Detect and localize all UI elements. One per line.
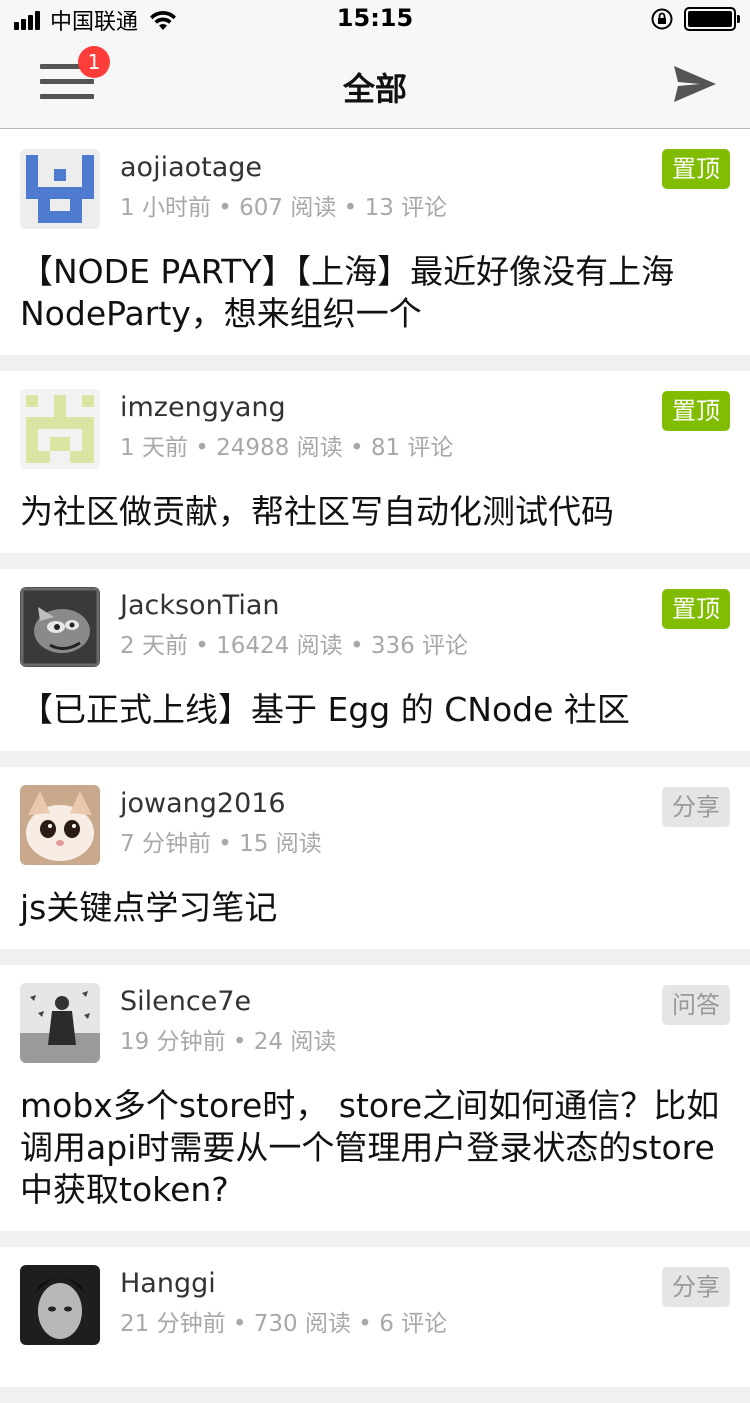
comment-count: 13 评论 [364, 195, 448, 221]
author-name[interactable]: aojiaotage [120, 151, 730, 185]
category-tag: 分享 [662, 787, 730, 827]
avatar[interactable] [20, 149, 100, 229]
read-count: 16424 阅读 [216, 633, 343, 659]
page-title: 全部 [342, 70, 407, 108]
topic-title[interactable]: 【已正式上线】基于 Egg 的 CNode 社区 [20, 689, 730, 731]
topic-card[interactable]: aojiaotage 1 小时前 • 607 阅读 • 13 评论 置顶 【NO… [0, 129, 750, 355]
post-time: 1 小时前 [120, 195, 211, 221]
status-right [650, 7, 740, 31]
topic-meta: 21 分钟前 • 730 阅读 • 6 评论 [120, 1311, 448, 1337]
pinned-tag: 置顶 [662, 149, 730, 189]
topic-meta: 1 小时前 • 607 阅读 • 13 评论 [120, 195, 448, 221]
comment-count: 81 评论 [370, 435, 454, 461]
category-tag: 问答 [662, 985, 730, 1025]
comment-count: 6 评论 [379, 1311, 448, 1337]
topic-card[interactable]: Silence7e 19 分钟前 • 24 阅读 问答 mobx多个store时… [0, 965, 750, 1231]
topic-meta: 1 天前 • 24988 阅读 • 81 评论 [120, 435, 454, 461]
paper-plane-icon[interactable] [672, 64, 718, 104]
topic-card[interactable]: imzengyang 1 天前 • 24988 阅读 • 81 评论 置顶 为社… [0, 371, 750, 553]
nav-bar: 1 全部 [0, 40, 750, 129]
status-bar: 中国联通 15:15 [0, 0, 750, 40]
read-count: 607 阅读 [239, 195, 337, 221]
author-name[interactable]: jowang2016 [120, 787, 730, 821]
topic-meta: 7 分钟前 • 15 阅读 [120, 831, 322, 857]
avatar[interactable] [20, 587, 100, 667]
author-name[interactable]: Hanggi [120, 1267, 730, 1301]
rotation-lock-icon [651, 8, 673, 30]
pinned-tag: 置顶 [662, 391, 730, 431]
topic-card[interactable]: jowang2016 7 分钟前 • 15 阅读 分享 js关键点学习笔记 [0, 767, 750, 949]
avatar[interactable] [20, 1265, 100, 1345]
read-count: 24988 阅读 [216, 435, 343, 461]
post-time: 2 天前 [120, 633, 188, 659]
category-tag: 分享 [662, 1267, 730, 1307]
post-time: 1 天前 [120, 435, 188, 461]
topic-title[interactable]: 为社区做贡献，帮社区写自动化测试代码 [20, 491, 730, 533]
author-name[interactable]: Silence7e [120, 985, 730, 1019]
author-name[interactable]: JacksonTian [120, 589, 730, 623]
avatar[interactable] [20, 983, 100, 1063]
topic-card[interactable]: JacksonTian 2 天前 • 16424 阅读 • 336 评论 置顶 … [0, 569, 750, 751]
status-time: 15:15 [336, 4, 414, 32]
topic-meta: 2 天前 • 16424 阅读 • 336 评论 [120, 633, 469, 659]
topic-meta: 19 分钟前 • 24 阅读 [120, 1029, 337, 1055]
topic-title[interactable]: mobx多个store时， store之间如何通信？比如调用api时需要从一个管… [20, 1085, 730, 1211]
battery-icon [684, 7, 740, 31]
comment-count: 336 评论 [370, 633, 469, 659]
read-count: 24 阅读 [253, 1029, 337, 1055]
topic-list: aojiaotage 1 小时前 • 607 阅读 • 13 评论 置顶 【NO… [0, 129, 750, 1403]
read-count: 15 阅读 [239, 831, 322, 857]
avatar[interactable] [20, 389, 100, 469]
topic-title[interactable]: js关键点学习笔记 [20, 887, 730, 929]
read-count: 730 阅读 [253, 1311, 351, 1337]
topic-card[interactable]: Hanggi 21 分钟前 • 730 阅读 • 6 评论 分享 [0, 1247, 750, 1387]
avatar[interactable] [20, 785, 100, 865]
post-time: 21 分钟前 [120, 1311, 226, 1337]
post-time: 19 分钟前 [120, 1029, 226, 1055]
topic-title[interactable]: 【NODE PARTY】【上海】最近好像没有上海NodeParty，想来组织一个 [20, 251, 730, 335]
post-time: 7 分钟前 [120, 831, 211, 857]
author-name[interactable]: imzengyang [120, 391, 730, 425]
pinned-tag: 置顶 [662, 589, 730, 629]
